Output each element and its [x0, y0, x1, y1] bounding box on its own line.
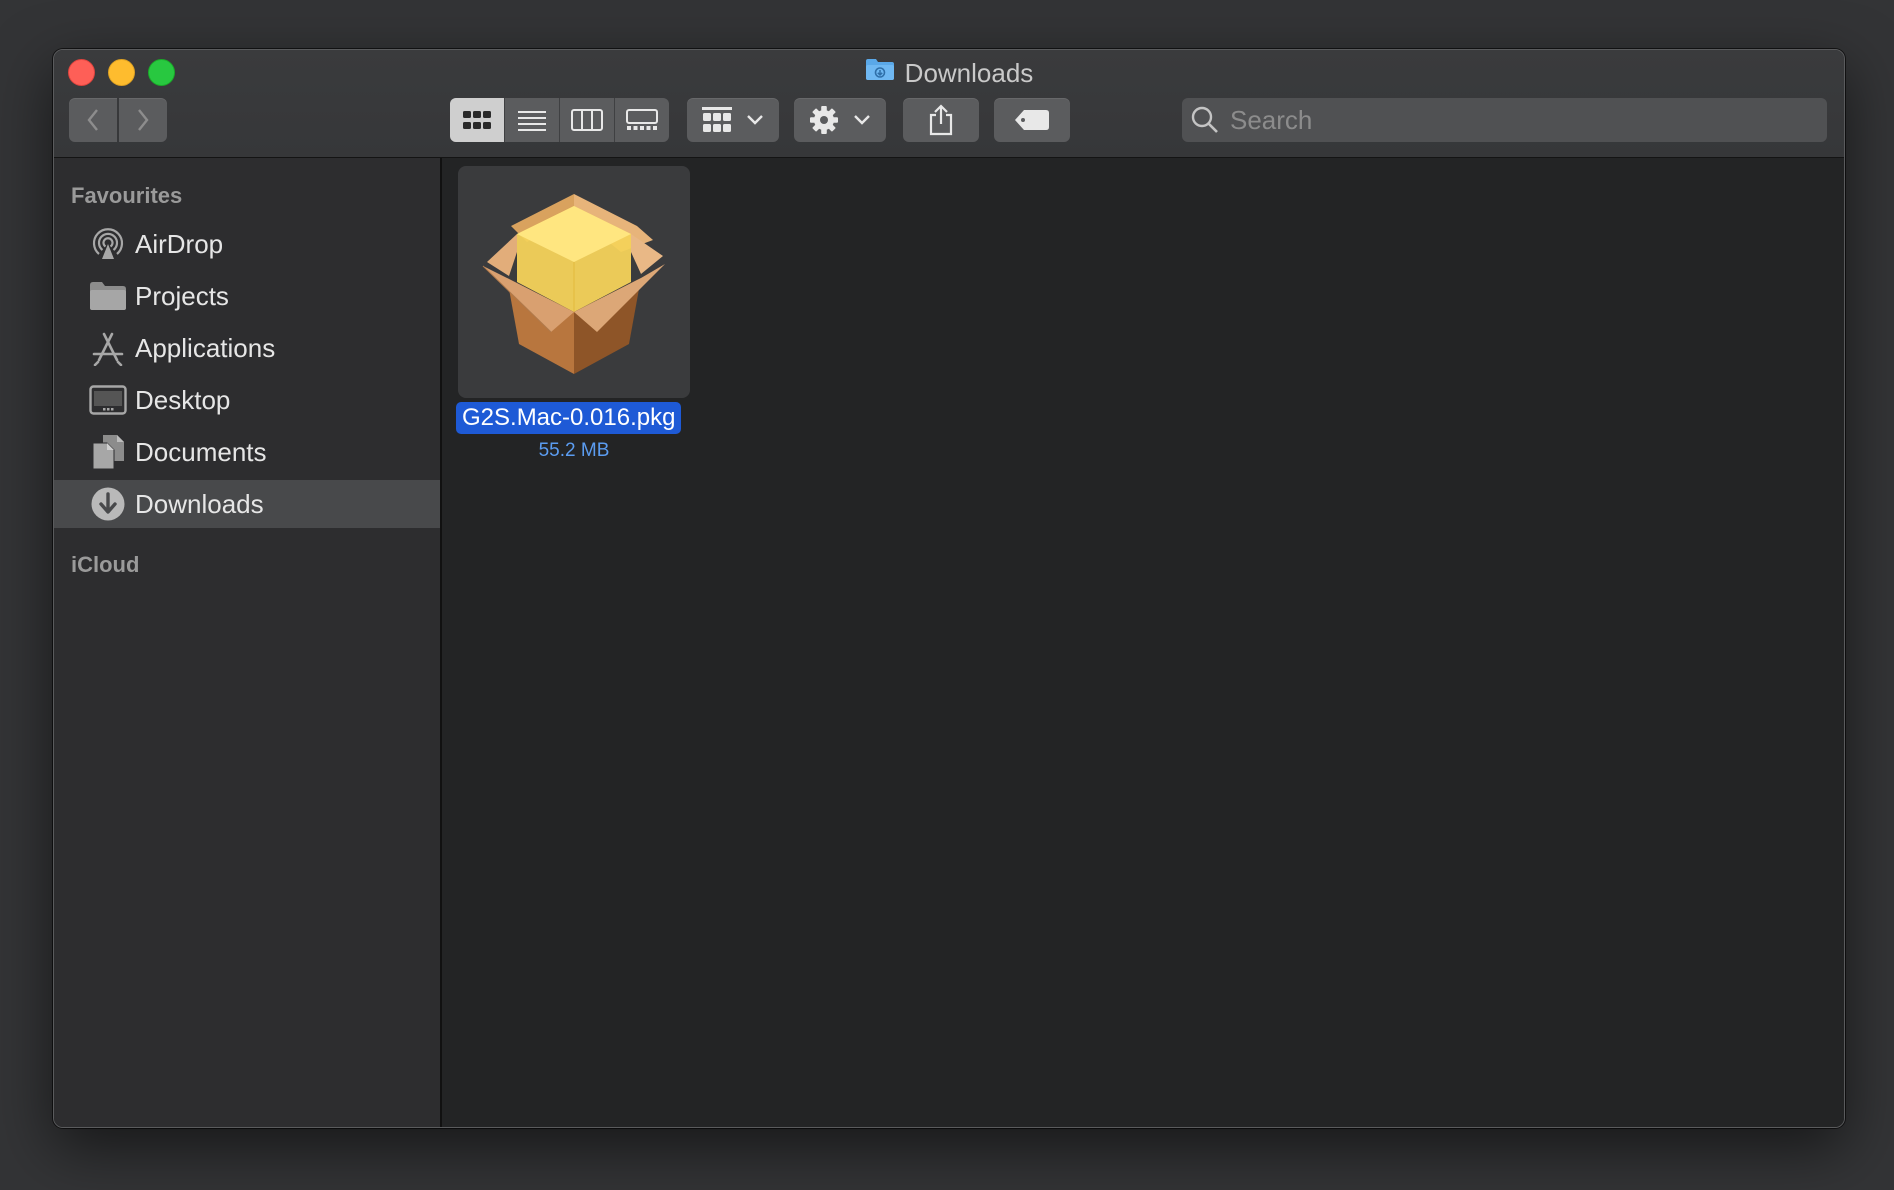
sidebar-item-applications[interactable]: Applications [54, 324, 440, 372]
file-name-label[interactable]: G2S.Mac-0.016.pkg [456, 402, 682, 434]
desktop-icon [86, 380, 130, 420]
tags-button[interactable] [994, 98, 1070, 142]
group-by-button[interactable] [687, 98, 779, 142]
view-mode-control [450, 98, 669, 142]
search-field[interactable] [1182, 98, 1827, 142]
icon-view-icon [463, 111, 491, 129]
folder-icon [86, 276, 130, 316]
share-icon [929, 104, 953, 136]
magnifier-icon [1191, 106, 1218, 133]
sidebar-item-airdrop[interactable]: AirDrop [54, 220, 440, 268]
file-browser: G2S.Mac-0.016.pkg 55.2 MB [442, 158, 1844, 1127]
list-view-button[interactable] [505, 98, 560, 142]
search-input[interactable] [1228, 103, 1792, 137]
tag-icon [1015, 110, 1049, 130]
chevron-down-icon [854, 115, 870, 125]
sidebar-item-desktop[interactable]: Desktop [54, 376, 440, 424]
sidebar-item-documents[interactable]: Documents [54, 428, 440, 476]
forward-button[interactable] [119, 98, 167, 142]
sidebar-item-downloads[interactable]: Downloads [54, 480, 440, 528]
back-button[interactable] [69, 98, 117, 142]
finder-window: Downloads Search Favourites AirDrop Proj… [53, 49, 1845, 1128]
window-title: Downloads [54, 56, 1844, 90]
grid-group-icon [702, 107, 732, 132]
documents-icon [86, 432, 130, 472]
gallery-view-button[interactable] [615, 98, 669, 142]
gallery-view-icon [626, 109, 658, 130]
gear-icon [810, 106, 838, 134]
sidebar-item-label: AirDrop [135, 228, 224, 259]
action-menu-button[interactable] [794, 98, 886, 142]
file-thumbnail[interactable] [458, 166, 690, 398]
sidebar-item-label: Applications [135, 332, 276, 363]
column-view-icon [571, 109, 603, 131]
sidebar-item-label: Projects [135, 280, 229, 311]
column-view-button[interactable] [560, 98, 615, 142]
sidebar-item-projects[interactable]: Projects [54, 272, 440, 320]
chevron-right-icon [138, 109, 149, 131]
chevron-down-icon [747, 115, 763, 125]
favourites-heading: Favourites [71, 183, 183, 208]
icon-view-button[interactable] [450, 98, 505, 142]
icloud-heading: iCloud [71, 552, 140, 577]
sidebar-item-label: Downloads [135, 488, 264, 519]
sidebar-item-label: Documents [135, 436, 267, 467]
share-button[interactable] [903, 98, 979, 142]
file-size-label: 55.2 MB [538, 440, 610, 461]
package-icon [482, 194, 665, 374]
airdrop-icon [86, 224, 130, 264]
blue-folder-icon [865, 55, 895, 89]
applications-icon [86, 328, 130, 368]
list-view-icon [518, 111, 546, 131]
window-title-text: Downloads [904, 58, 1034, 88]
sidebar: Favourites AirDrop Projects Applications… [54, 158, 442, 1127]
sidebar-item-label: Desktop [135, 384, 231, 415]
toolbar: Downloads [54, 50, 1844, 158]
chevron-left-icon [87, 109, 98, 131]
downloads-icon [86, 484, 130, 524]
